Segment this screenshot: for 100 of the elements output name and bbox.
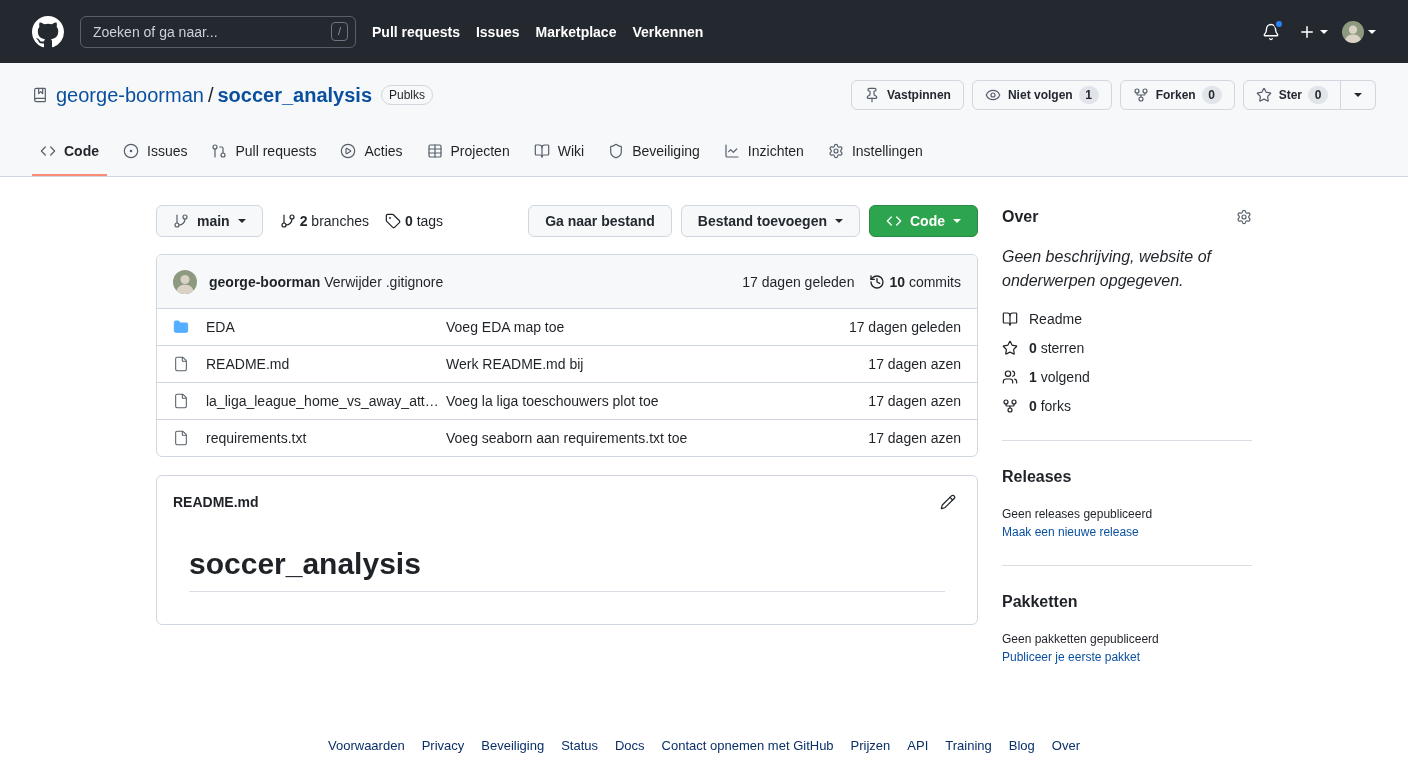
- shield-icon: [608, 143, 625, 159]
- folder-icon: [173, 319, 189, 335]
- commit-message[interactable]: Voeg la liga toeschouwers plot toe: [446, 393, 659, 409]
- circle-dot-icon: [123, 143, 139, 159]
- footer-link[interactable]: Status: [561, 737, 598, 755]
- owner-link[interactable]: george-boorman: [56, 83, 204, 107]
- avatar-icon[interactable]: [1342, 20, 1364, 43]
- commit-message[interactable]: Werk README.md bij: [446, 356, 584, 372]
- footer-link[interactable]: API: [907, 737, 929, 755]
- go-to-file-button[interactable]: Ga naar bestand: [528, 205, 672, 237]
- settings-icon[interactable]: [1236, 209, 1252, 225]
- branch-icon: [173, 213, 189, 229]
- commit-message[interactable]: Voeg EDA map toe: [446, 319, 565, 335]
- watchers-link[interactable]: 1 volgend: [1002, 367, 1090, 387]
- book-icon: [1002, 311, 1018, 327]
- file-name[interactable]: la_liga_league_home_vs_away_att…: [206, 393, 439, 409]
- section-heading: Over: [1002, 207, 1039, 227]
- book-icon: [32, 87, 48, 103]
- forks-link[interactable]: 0 forks: [1002, 396, 1072, 416]
- create-link[interactable]: Publiceer je eerste pakket: [1002, 648, 1141, 666]
- fork-icon: [1132, 87, 1149, 103]
- table-icon: [426, 143, 443, 159]
- settings-icon: [827, 143, 844, 159]
- fork-icon: [1002, 398, 1018, 414]
- readme-filename: README.md: [173, 493, 259, 512]
- footer-link[interactable]: Privacy: [421, 737, 465, 755]
- file-icon: [173, 430, 189, 446]
- branches-link[interactable]: 2 branches: [279, 213, 369, 229]
- footer-link[interactable]: Blog: [1008, 737, 1035, 755]
- commit-time: 17 dagen azen: [868, 430, 961, 446]
- fork-button[interactable]: Forken 0: [1119, 80, 1235, 110]
- tab[interactable]: Inzichten: [715, 128, 812, 176]
- file-name[interactable]: README.md: [206, 356, 290, 372]
- caret-icon: [1320, 29, 1328, 34]
- commit-message[interactable]: Voeg seaborn aan requirements.txt toe: [446, 430, 688, 446]
- repo-name-link[interactable]: soccer_analysis: [217, 83, 372, 107]
- star-icon: [1002, 340, 1018, 356]
- commit-message[interactable]: Verwijder .gitignore: [324, 273, 444, 290]
- watch-button[interactable]: Niet volgen 1: [971, 80, 1112, 110]
- play-icon: [340, 143, 357, 159]
- tab[interactable]: Code: [32, 128, 107, 176]
- file-icon: [173, 393, 189, 409]
- nav-link[interactable]: Verkennen: [632, 23, 704, 40]
- graph-icon: [723, 143, 740, 159]
- tab[interactable]: Issues: [115, 128, 196, 176]
- star-count: 0: [1308, 86, 1328, 104]
- readme-heading: soccer_analysis: [189, 545, 945, 592]
- tab[interactable]: Projecten: [418, 128, 518, 176]
- pin-button[interactable]: Vastpinnen: [850, 80, 964, 110]
- file-name[interactable]: requirements.txt: [206, 430, 307, 446]
- commit-time: 17 dagen geleden: [848, 319, 961, 335]
- commit-time: 17 dagen azen: [868, 356, 961, 372]
- footer-link[interactable]: Voorwaarden: [328, 737, 405, 755]
- tab[interactable]: Wiki: [525, 128, 593, 176]
- section-heading: Pakketten: [1002, 592, 1079, 612]
- branch-icon: [279, 213, 296, 229]
- star-button[interactable]: Ster 0: [1242, 80, 1341, 110]
- history-icon: [869, 273, 886, 290]
- watcher-count: 1: [1078, 86, 1099, 104]
- empty-state-text: Geen pakketten gepubliceerd: [1002, 631, 1160, 648]
- tab[interactable]: Instellingen: [819, 128, 931, 176]
- eye-icon: [984, 87, 1001, 103]
- section-heading: Releases: [1002, 467, 1073, 487]
- logo-icon[interactable]: [32, 15, 64, 48]
- pull-request-icon: [211, 143, 228, 159]
- footer-link[interactable]: Beveiliging: [481, 737, 545, 755]
- nav-link[interactable]: Pull requests: [372, 23, 460, 40]
- readme-link[interactable]: Readme: [1002, 309, 1082, 329]
- book-icon: [533, 143, 550, 159]
- notifications-icon[interactable]: [1262, 22, 1280, 41]
- caret-icon: [1354, 93, 1362, 97]
- tab[interactable]: Pull requests: [203, 128, 325, 176]
- commit-author[interactable]: george-boorman: [209, 273, 321, 290]
- commits-link[interactable]: 10 commits: [869, 273, 961, 290]
- footer-link[interactable]: Contact opnemen met GitHub: [661, 737, 834, 755]
- edit-icon[interactable]: [940, 494, 956, 510]
- caret-icon: [953, 219, 961, 223]
- footer-link[interactable]: Prijzen: [850, 737, 891, 755]
- code-icon: [40, 143, 56, 159]
- file-icon: [173, 356, 189, 372]
- stars-link[interactable]: 0 sterren: [1002, 338, 1085, 358]
- commit-time: 17 dagen azen: [868, 393, 961, 409]
- footer-link[interactable]: Training: [945, 737, 992, 755]
- about-description: Geen beschrijving, website of onderwerpen opgegeven.: [1002, 247, 1214, 291]
- commit-time: 17 dagen geleden: [742, 273, 855, 290]
- shortcut-key: /: [331, 21, 348, 41]
- empty-state-text: Geen releases gepubliceerd: [1002, 506, 1154, 523]
- code-icon: [886, 213, 902, 229]
- tab[interactable]: Acties: [332, 128, 411, 176]
- nav-link[interactable]: Issues: [475, 23, 520, 40]
- footer-link[interactable]: Over: [1051, 737, 1080, 755]
- tab[interactable]: Beveiliging: [600, 128, 708, 176]
- add-file-button[interactable]: Bestand toevoegen: [680, 205, 860, 237]
- create-link[interactable]: Maak een nieuwe release: [1002, 523, 1139, 541]
- file-name[interactable]: EDA: [206, 319, 235, 335]
- footer-link[interactable]: Docs: [615, 737, 645, 755]
- path-separator: /: [207, 83, 214, 107]
- branch-button[interactable]: main: [156, 205, 263, 237]
- nav-link[interactable]: Marketplace: [535, 23, 617, 40]
- tags-link[interactable]: 0 tags: [384, 213, 444, 229]
